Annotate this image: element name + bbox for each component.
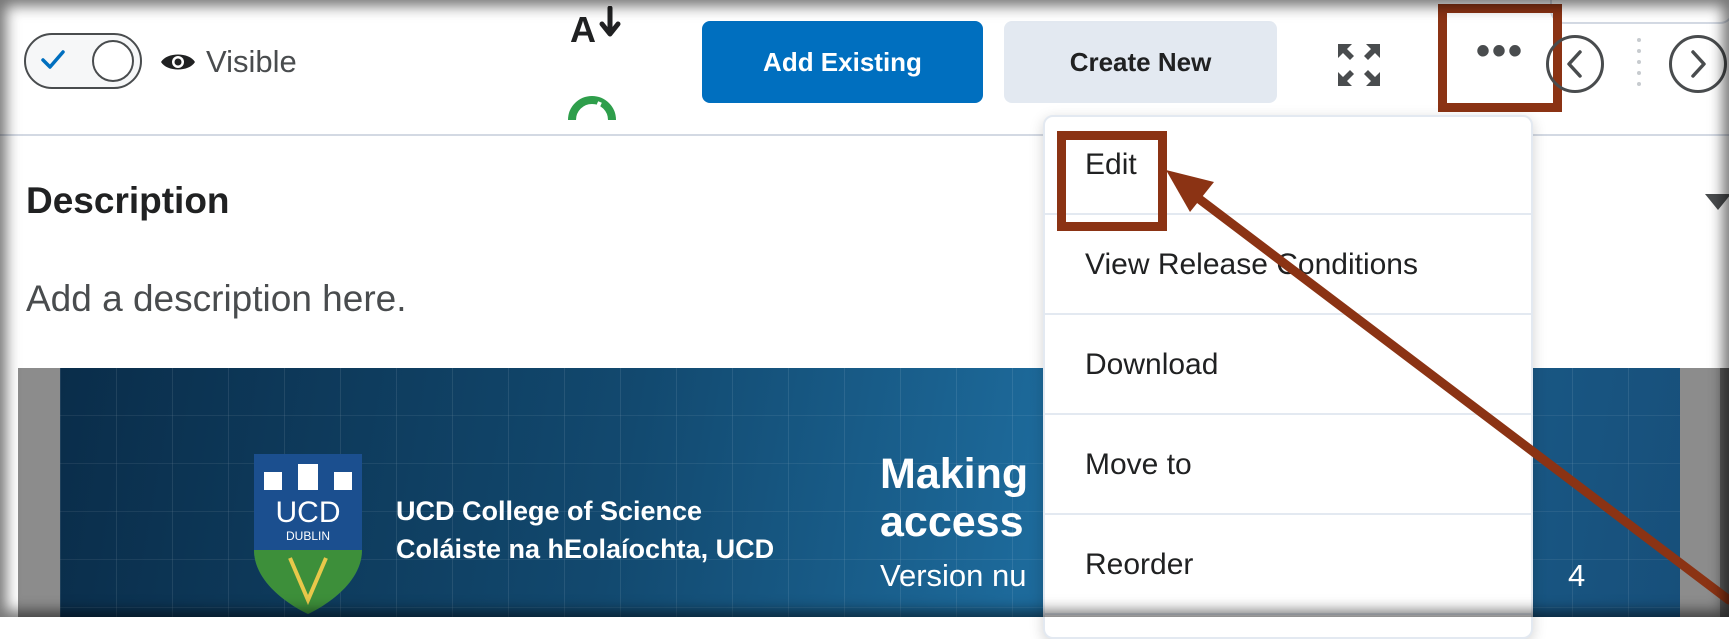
- eye-icon: [161, 54, 195, 70]
- menu-item-view-release-conditions[interactable]: View Release Conditions: [1045, 217, 1531, 315]
- college-name: UCD College of Science Coláiste na hEola…: [396, 492, 774, 568]
- toggle-knob: [92, 40, 134, 82]
- more-icon: •••: [1475, 29, 1524, 73]
- top-tab-fragment: [1550, 0, 1729, 24]
- next-button[interactable]: [1669, 35, 1727, 93]
- expand-icon[interactable]: [1336, 42, 1382, 88]
- chevron-right-icon: [1691, 50, 1706, 78]
- svg-text:A: A: [570, 9, 596, 46]
- banner-version-number: 4: [1568, 558, 1586, 593]
- visibility-toggle[interactable]: [24, 33, 142, 89]
- visibility-label: Visible: [206, 44, 297, 79]
- create-new-button[interactable]: Create New: [1004, 21, 1277, 103]
- more-actions-button[interactable]: •••: [1438, 4, 1562, 112]
- check-icon: [38, 45, 68, 75]
- scrollbar[interactable]: [1720, 368, 1729, 617]
- svg-text:DUBLIN: DUBLIN: [286, 529, 330, 543]
- nav-separator: [1636, 38, 1642, 86]
- banner-title-line1: Making: [880, 450, 1029, 498]
- description-heading: Description: [26, 180, 230, 221]
- menu-item-reorder[interactable]: Reorder: [1045, 517, 1531, 615]
- sort-a-icon[interactable]: A: [568, 6, 624, 46]
- ucd-crest-logo: UCD DUBLIN: [254, 454, 362, 614]
- svg-text:UCD: UCD: [276, 496, 341, 529]
- chevron-left-icon: [1567, 50, 1582, 78]
- menu-item-download[interactable]: Download: [1045, 317, 1531, 415]
- caret-down-icon[interactable]: [1705, 194, 1729, 210]
- college-name-irish: Coláiste na hEolaíochta, UCD: [396, 534, 775, 564]
- banner-title: Making access: [880, 450, 1028, 546]
- menu-item-move-to[interactable]: Move to: [1045, 417, 1531, 515]
- visibility-status: Visible: [160, 44, 297, 80]
- add-existing-button[interactable]: Add Existing: [702, 21, 983, 103]
- banner-version: Version nu: [880, 558, 1027, 593]
- gauge-icon[interactable]: [568, 92, 616, 120]
- description-placeholder[interactable]: Add a description here.: [26, 278, 407, 320]
- banner-title-line2: access: [880, 498, 1024, 546]
- edit-highlight-annotation: [1057, 131, 1167, 231]
- previous-button[interactable]: [1546, 35, 1604, 93]
- college-name-english: UCD College of Science: [396, 496, 703, 526]
